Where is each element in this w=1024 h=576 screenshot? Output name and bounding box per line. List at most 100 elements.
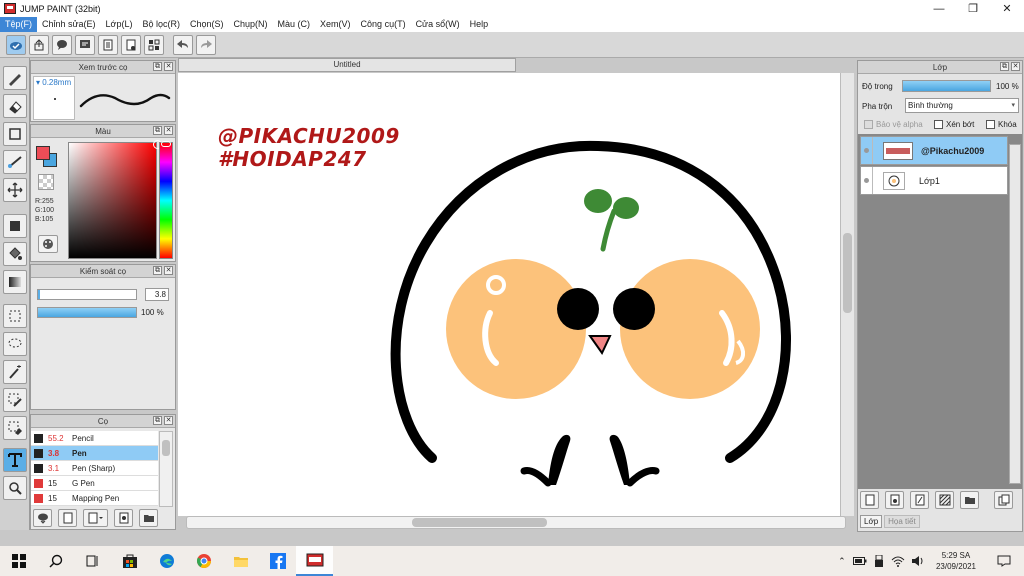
rect-select-tool-icon[interactable] <box>3 304 27 328</box>
store-icon[interactable] <box>111 546 148 576</box>
select-pen-tool-icon[interactable] <box>3 388 27 412</box>
brush-list-item[interactable]: 15 Mapping Pen <box>31 491 158 506</box>
line-tool-icon[interactable] <box>3 150 27 174</box>
menu-file[interactable]: Tệp(F) <box>0 17 37 32</box>
new-layer-icon[interactable] <box>860 491 879 509</box>
fill-rect-tool-icon[interactable] <box>3 214 27 238</box>
popout-icon[interactable]: ⧉ <box>153 62 162 71</box>
layer-opacity-slider[interactable] <box>902 80 991 92</box>
menu-window[interactable]: Cửa sổ(W) <box>411 17 465 32</box>
file-explorer-icon[interactable] <box>222 546 259 576</box>
windows-start-icon[interactable] <box>0 546 37 576</box>
redo-icon[interactable] <box>196 34 216 55</box>
wifi-icon[interactable] <box>888 546 908 576</box>
comment-icon[interactable] <box>75 34 95 55</box>
page-settings-icon[interactable] <box>121 34 141 55</box>
cloud-check-icon[interactable] <box>6 34 26 55</box>
new-vector-layer-icon[interactable] <box>885 491 904 509</box>
brush-list-item[interactable]: 3.8 Pen <box>31 446 158 461</box>
eraser-tool-icon[interactable] <box>3 94 27 118</box>
select-eraser-tool-icon[interactable] <box>3 416 27 440</box>
new-brush-icon[interactable] <box>58 509 77 527</box>
duplicate-layer-icon[interactable] <box>994 491 1013 509</box>
rectangle-tool-icon[interactable] <box>3 122 27 146</box>
brush-download-icon[interactable] <box>33 509 52 527</box>
lock-option[interactable]: Khóa <box>986 120 1017 129</box>
layer-visibility-icon[interactable] <box>861 167 873 194</box>
chat-icon[interactable] <box>52 34 72 55</box>
layer-row[interactable]: Lớp1 <box>860 166 1008 195</box>
close-icon[interactable]: ✕ <box>990 0 1024 17</box>
tone-layer-icon[interactable] <box>935 491 954 509</box>
notification-icon[interactable] <box>984 546 1024 576</box>
clipping-checkbox[interactable] <box>934 120 943 129</box>
menu-tools[interactable]: Công cụ(T) <box>356 17 411 32</box>
grid-settings-icon[interactable] <box>144 34 164 55</box>
gradient-tool-icon[interactable] <box>3 270 27 294</box>
brush-settings-icon[interactable] <box>114 509 133 527</box>
brush-tool-icon[interactable] <box>3 66 27 90</box>
menu-select[interactable]: Chọn(S) <box>185 17 229 32</box>
maximize-icon[interactable]: ❐ <box>956 0 990 17</box>
brush-list-item[interactable]: 15 G Pen <box>31 476 158 491</box>
brush-list-item[interactable]: 55.2 Pencil <box>31 431 158 446</box>
text-tool-icon[interactable] <box>3 448 27 472</box>
canvas-horizontal-scrollbar[interactable] <box>186 516 846 529</box>
layer-visibility-icon[interactable] <box>861 137 873 164</box>
share-icon[interactable] <box>29 34 49 55</box>
drawing-canvas[interactable]: @PIKACHU2009 #HOIDAP247 <box>178 73 842 516</box>
battery-icon[interactable] <box>850 546 870 576</box>
tab-layers[interactable]: Lớp <box>860 515 883 528</box>
document-icon[interactable] <box>98 34 118 55</box>
bucket-tool-icon[interactable] <box>3 242 27 266</box>
brush-size-input[interactable]: 3.8 <box>145 288 169 301</box>
hue-slider[interactable] <box>159 141 173 259</box>
menu-view[interactable]: Xem(V) <box>315 17 356 32</box>
volume-icon[interactable] <box>908 546 928 576</box>
menu-filter[interactable]: Bộ lọc(R) <box>137 17 185 32</box>
search-icon[interactable] <box>37 546 74 576</box>
brush-list-item[interactable]: 3.1 Pen (Sharp) <box>31 461 158 476</box>
tray-expand-icon[interactable]: ⌃ <box>834 546 850 576</box>
brush-list-scrollbar[interactable] <box>159 431 173 507</box>
popout-icon[interactable]: ⧉ <box>153 126 162 135</box>
taskbar-clock[interactable]: 5:29 SA 23/09/2021 <box>936 550 976 572</box>
palette-icon[interactable] <box>38 235 58 253</box>
brush-folder-icon[interactable] <box>139 509 158 527</box>
lock-checkbox[interactable] <box>986 120 995 129</box>
close-panel-icon[interactable]: ✕ <box>164 126 173 135</box>
foreground-color-swatch[interactable] <box>36 146 50 160</box>
protect-alpha-option[interactable]: Bảo vệ alpha <box>864 120 923 129</box>
lasso-tool-icon[interactable] <box>3 332 27 356</box>
close-panel-icon[interactable]: ✕ <box>164 416 173 425</box>
clipping-option[interactable]: Xén bớt <box>934 120 974 129</box>
zoom-tool-icon[interactable] <box>3 476 27 500</box>
facebook-icon[interactable] <box>259 546 296 576</box>
layer-row-selected[interactable]: @Pikachu2009 <box>860 136 1008 165</box>
popout-icon[interactable]: ⧉ <box>1000 62 1009 71</box>
menu-color[interactable]: Màu (C) <box>273 17 316 32</box>
menu-help[interactable]: Help <box>465 17 494 32</box>
minimize-icon[interactable]: — <box>922 0 956 17</box>
document-tab[interactable]: Untitled <box>178 58 516 72</box>
transparent-color-swatch[interactable] <box>38 174 54 190</box>
menu-layer[interactable]: Lớp(L) <box>101 17 138 32</box>
menu-capture[interactable]: Chụp(N) <box>229 17 273 32</box>
menu-edit[interactable]: Chỉnh sửa(E) <box>37 17 101 32</box>
close-panel-icon[interactable]: ✕ <box>164 62 173 71</box>
task-view-icon[interactable] <box>74 546 111 576</box>
edge-browser-icon[interactable] <box>148 546 185 576</box>
magic-wand-tool-icon[interactable] <box>3 360 27 384</box>
blend-mode-select[interactable]: Bình thường ▾ <box>905 98 1019 113</box>
brush-size-slider[interactable] <box>37 289 137 300</box>
new-halftone-layer-icon[interactable] <box>910 491 929 509</box>
usb-icon[interactable] <box>870 546 888 576</box>
saturation-value-picker[interactable] <box>68 140 162 259</box>
brush-menu-icon[interactable] <box>83 509 108 527</box>
tab-tones[interactable]: Họa tiết <box>884 515 920 528</box>
chrome-browser-icon[interactable] <box>185 546 222 576</box>
canvas-vertical-scrollbar[interactable] <box>840 73 854 516</box>
brush-opacity-slider[interactable] <box>37 307 137 318</box>
popout-icon[interactable]: ⧉ <box>153 416 162 425</box>
close-panel-icon[interactable]: ✕ <box>164 266 173 275</box>
